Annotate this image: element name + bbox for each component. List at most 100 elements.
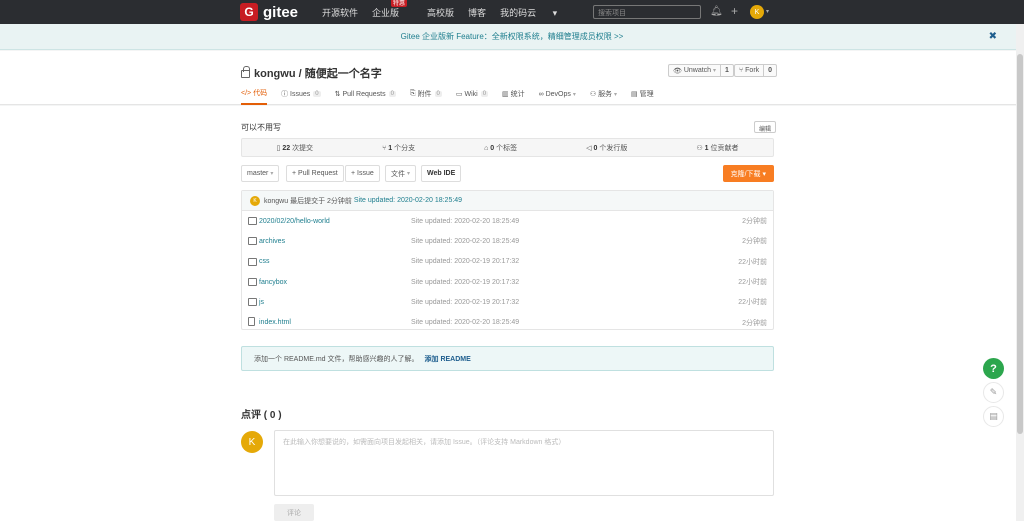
contributors-count: 1 <box>704 144 709 152</box>
gitee-logo-mark: G <box>240 3 258 21</box>
tab-attachments[interactable]: ⎘ 附件 0 <box>410 88 442 105</box>
tab-pull-requests[interactable]: ⇅ Pull Requests 0 <box>335 88 396 105</box>
releases-stat[interactable]: ◁ 0 个发行版 <box>586 143 627 153</box>
lock-icon <box>241 66 250 78</box>
tags-count: 0 <box>490 144 495 152</box>
help-button[interactable]: ? <box>983 358 1004 379</box>
file-row[interactable]: fancybox Site updated: 2020-02-19 20:17:3… <box>242 272 773 292</box>
chevron-down-icon: ▾ <box>614 91 618 98</box>
branches-count: 1 <box>388 144 393 152</box>
file-name[interactable]: css <box>259 258 270 265</box>
file-commit-message[interactable]: Site updated: 2020-02-19 20:17:32 <box>411 258 519 265</box>
tab-code-label: 代码 <box>253 90 268 97</box>
tab-stats[interactable]: ▥ 统计 <box>502 88 525 105</box>
comment-textarea[interactable]: 在此输入你想要说的，如需面向项目发起相关，请添加 Issue。（评论支持 Mar… <box>274 430 774 496</box>
branch-select[interactable]: master ▾ <box>241 165 280 182</box>
contributors-stat[interactable]: ⚇ 1 位贡献者 <box>696 143 738 153</box>
settings-icon: ▤ <box>631 91 638 98</box>
nav-my-gitee[interactable]: 我的码云 ▾ <box>500 6 571 19</box>
nav-open-source[interactable]: 开源软件 <box>322 6 358 19</box>
folder-icon <box>248 217 257 225</box>
file-row[interactable]: 2020/02/20/hello-world Site updated: 2020… <box>242 211 773 231</box>
gitee-logo[interactable]: G gitee <box>240 3 298 21</box>
comment-submit-button[interactable]: 评论 <box>274 504 314 521</box>
repo-name[interactable]: kongwu / 随便起一个名字 <box>254 65 382 81</box>
clone-download-button[interactable]: 克隆/下载 ▾ <box>722 165 774 182</box>
chevron-down-icon: ▾ <box>270 171 274 177</box>
bell-icon[interactable]: 🔔︎ <box>710 6 723 17</box>
tag-icon: ⌂ <box>484 144 489 152</box>
chevron-down-icon: ▾ <box>762 170 766 178</box>
file-commit-message[interactable]: Site updated: 2020-02-20 18:25:49 <box>411 238 519 245</box>
services-icon: ⚇ <box>589 91 597 98</box>
file-name[interactable]: index.html <box>259 319 291 326</box>
message-icon[interactable]: ▤ <box>983 406 1004 427</box>
file-name[interactable]: 2020/02/20/hello-world <box>259 218 330 225</box>
user-avatar[interactable]: K <box>750 5 764 19</box>
last-commit-message[interactable]: Site updated: 2020-02-20 18:25:49 <box>354 197 462 204</box>
committer-avatar[interactable]: K <box>250 195 260 206</box>
file-commit-message[interactable]: Site updated: 2020-02-20 18:25:49 <box>411 218 519 225</box>
branches-stat[interactable]: ⑂ 1 个分支 <box>382 143 415 153</box>
announcement-link[interactable]: Gitee 企业版新 Feature：全新权限系统，精细管理成员权限 >> <box>401 32 624 41</box>
file-commit-time: 22小时前 <box>738 258 767 266</box>
chevron-down-icon: ▾ <box>713 68 717 74</box>
file-commit-time: 22小时前 <box>738 279 767 287</box>
new-pull-request-button[interactable]: + Pull Request <box>286 165 344 182</box>
file-menu[interactable]: 文件 ▾ <box>385 165 416 182</box>
file-commit-message[interactable]: Site updated: 2020-02-19 20:17:32 <box>411 299 519 306</box>
tab-devops[interactable]: ∞ DevOps ▾ <box>539 88 576 105</box>
file-name[interactable]: js <box>259 299 264 306</box>
tab-issues-label: Issues <box>290 90 311 98</box>
contributors-icon: ⚇ <box>696 144 703 152</box>
web-ide-button[interactable]: Web IDE <box>421 165 462 182</box>
file-row[interactable]: js Site updated: 2020-02-19 20:17:32 22小时前 <box>242 292 773 312</box>
file-commit-message[interactable]: Site updated: 2020-02-19 20:17:32 <box>411 279 519 286</box>
tab-issues[interactable]: ⓘ Issues 0 <box>281 88 321 105</box>
file-commit-time: 22小时前 <box>738 299 767 307</box>
plus-icon[interactable]: + <box>731 4 738 18</box>
chevron-down-icon[interactable]: ▾ <box>766 8 769 15</box>
comments-title: 点评 ( 0 ) <box>241 410 282 421</box>
tab-services[interactable]: ⚇ 服务 ▾ <box>590 88 617 105</box>
tab-services-label: 服务 <box>598 91 613 98</box>
watch-text: Unwatch <box>683 67 712 74</box>
file-list: K kongwu 最后提交于 2分钟前 Site updated: 2020-0… <box>241 190 774 330</box>
search-input[interactable]: 搜索项目 <box>593 5 701 19</box>
tab-stats-label: 统计 <box>510 91 525 98</box>
main-nav: 开源软件 企业版 特惠 高校版 博客 我的码云 ▾ <box>322 0 585 24</box>
nav-blog[interactable]: 博客 <box>468 6 486 19</box>
announcement-banner: Gitee 企业版新 Feature：全新权限系统，精细管理成员权限 >> ✖ <box>0 24 1024 50</box>
close-icon[interactable]: ✖ <box>989 24 997 50</box>
new-issue-button[interactable]: + Issue <box>345 165 380 182</box>
file-commit-message[interactable]: Site updated: 2020-02-20 18:25:49 <box>411 319 519 326</box>
file-row[interactable]: archives Site updated: 2020-02-20 18:25:4… <box>242 231 773 251</box>
scrollbar[interactable] <box>1016 24 1024 521</box>
nav-education[interactable]: 高校版 <box>427 6 454 19</box>
add-readme-link[interactable]: 添加 README <box>425 354 471 364</box>
chevron-down-icon: ▾ <box>552 7 558 18</box>
tab-admin-label: 管理 <box>639 91 654 98</box>
edit-button[interactable]: 编辑 <box>754 121 777 133</box>
tab-wiki[interactable]: ▭ Wiki 0 <box>456 88 489 105</box>
repo-tabs: </> 代码 ⓘ Issues 0 ⇅ Pull Requests 0 ⎘ 附件 0 … <box>241 88 668 105</box>
file-name[interactable]: fancybox <box>259 279 287 286</box>
file-row[interactable]: index.html Site updated: 2020-02-20 18:25… <box>242 312 773 332</box>
tab-admin[interactable]: ▤ 管理 <box>631 88 654 105</box>
edit-icon[interactable]: ✎ <box>983 382 1004 403</box>
file-row[interactable]: css Site updated: 2020-02-19 20:17:32 22小时… <box>242 252 773 272</box>
last-commit-bar: K kongwu 最后提交于 2分钟前 Site updated: 2020-0… <box>242 191 773 211</box>
branches-label: 个分支 <box>394 144 416 152</box>
nav-enterprise[interactable]: 企业版 特惠 <box>372 0 413 19</box>
watch-button[interactable]: 👁︎ Unwatch ▾ 1 <box>668 64 734 77</box>
repo-header: kongwu / 随便起一个名字 👁︎ Unwatch ▾ 1 ⑂ Fork 0… <box>0 51 1024 105</box>
tags-stat[interactable]: ⌂ 0 个标签 <box>484 143 517 153</box>
tab-code[interactable]: </> 代码 <box>241 88 268 105</box>
repo-stats-bar: ▯ 22 次提交 ⑂ 1 个分支 ⌂ 0 个标签 ◁ 0 个发行版 ⚇ 1 位贡… <box>241 138 774 157</box>
scrollbar-thumb[interactable] <box>1017 54 1023 434</box>
file-name[interactable]: archives <box>259 238 285 245</box>
tab-attachments-label: 附件 <box>417 91 432 98</box>
releases-count: 0 <box>593 144 598 152</box>
fork-button[interactable]: ⑂ Fork 0 <box>734 64 778 77</box>
commits-stat[interactable]: ▯ 22 次提交 <box>277 143 314 153</box>
